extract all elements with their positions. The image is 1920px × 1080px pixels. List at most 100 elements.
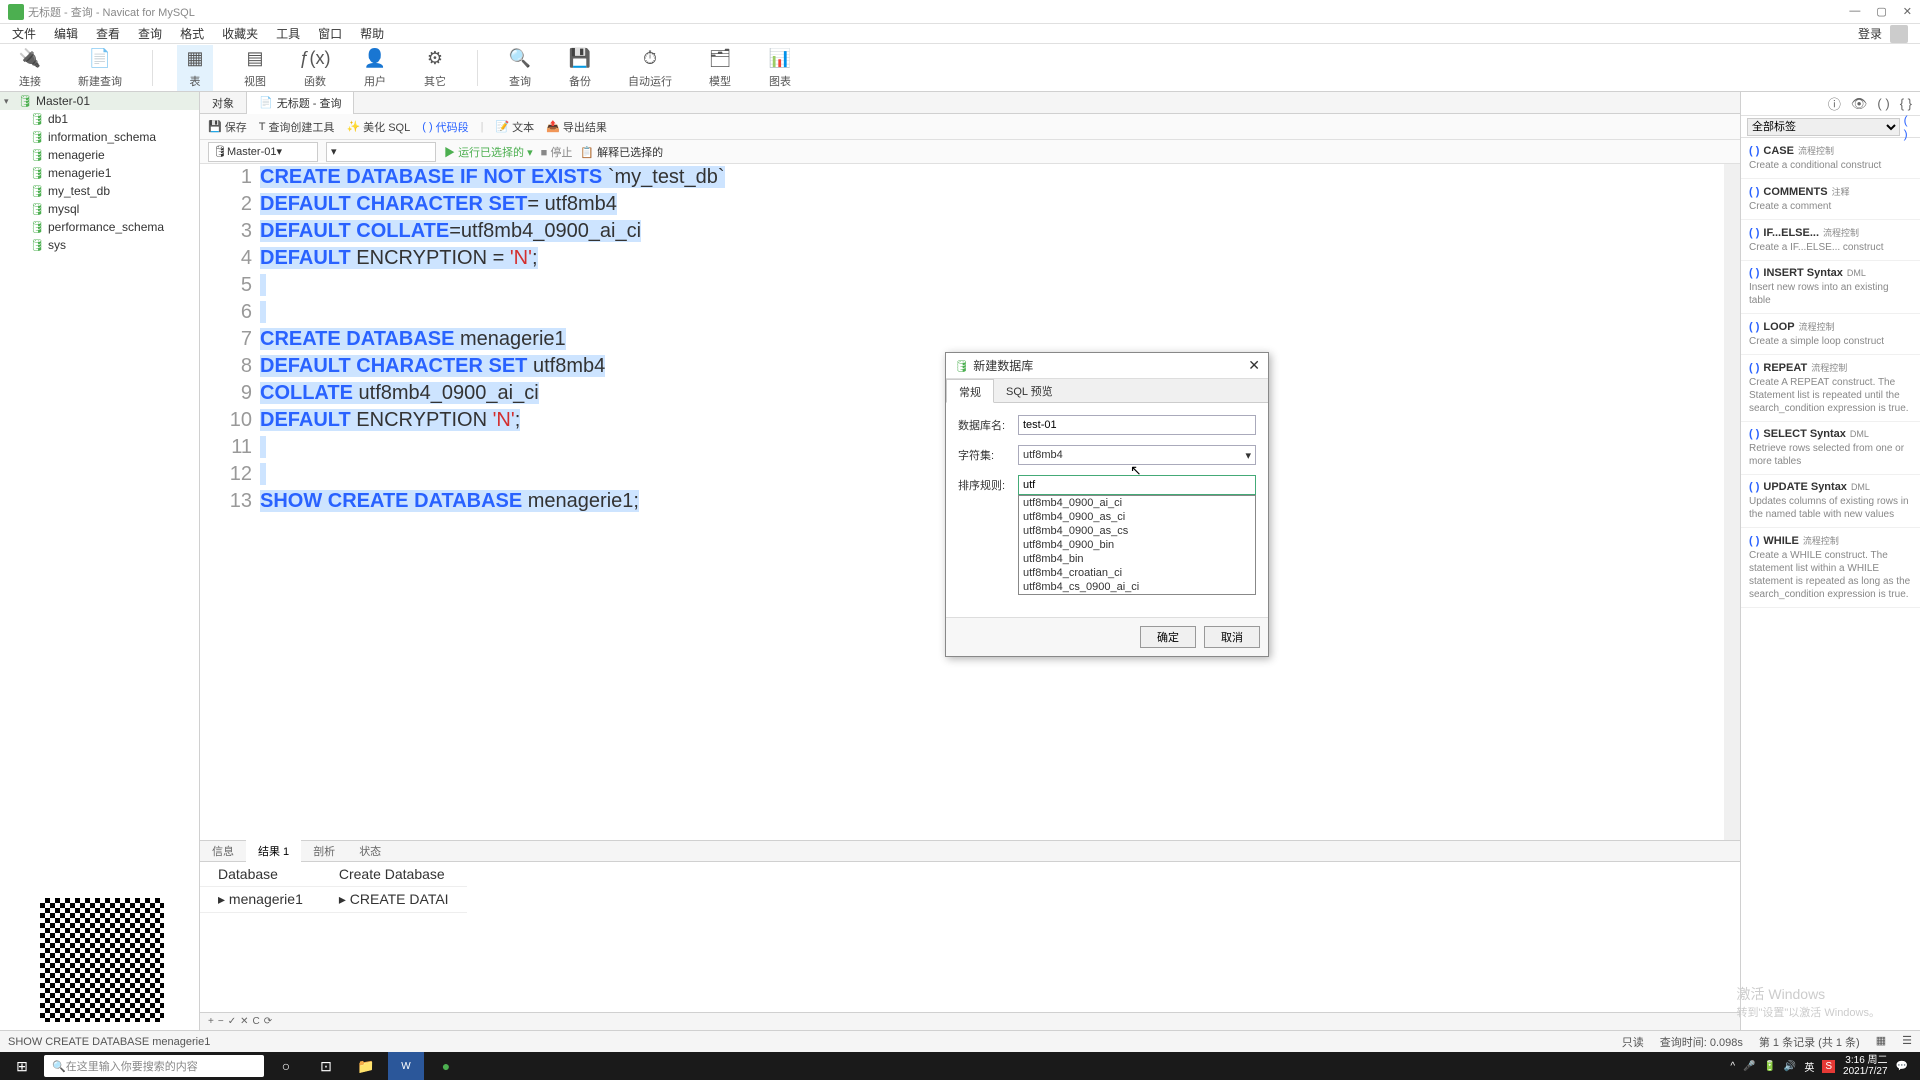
tray-sogou-icon[interactable]: S: [1822, 1060, 1835, 1073]
toolbar-其它[interactable]: ⚙其它: [417, 45, 453, 91]
brackets-icon[interactable]: { }: [1900, 96, 1912, 111]
menu-tools[interactable]: 工具: [276, 25, 300, 42]
menu-help[interactable]: 帮助: [360, 25, 384, 42]
dialog-tab-sql[interactable]: SQL 预览: [994, 379, 1065, 402]
tree-root[interactable]: ▾ 🛢 Master-01: [0, 92, 199, 110]
snippet-item[interactable]: ( ) COMMENTS 注释 Create a comment: [1741, 179, 1920, 220]
codesnippet-button[interactable]: ( ) 代码段: [422, 119, 468, 135]
tree-db-sys[interactable]: 🛢sys: [0, 236, 199, 254]
tree-db-performance_schema[interactable]: 🛢performance_schema: [0, 218, 199, 236]
login-link[interactable]: 登录: [1858, 25, 1882, 42]
tree-db-information_schema[interactable]: 🛢information_schema: [0, 128, 199, 146]
tray-battery-icon[interactable]: 🔋: [1763, 1061, 1775, 1072]
snippet-item[interactable]: ( ) UPDATE Syntax DML Updates columns of…: [1741, 475, 1920, 528]
menu-edit[interactable]: 编辑: [54, 25, 78, 42]
menu-file[interactable]: 文件: [12, 25, 36, 42]
snippet-item[interactable]: ( ) LOOP 流程控制 Create a simple loop const…: [1741, 314, 1920, 355]
result-grid[interactable]: DatabaseCreate Database ▸ menagerie1▸ CR…: [200, 862, 1740, 1012]
tree-db-menagerie1[interactable]: 🛢menagerie1: [0, 164, 199, 182]
tray-lang[interactable]: 英: [1804, 1059, 1814, 1074]
collation-option[interactable]: utf8mb4_0900_as_cs: [1019, 524, 1255, 538]
result-tab-3[interactable]: 状态: [347, 840, 393, 862]
snippet-item[interactable]: ( ) IF...ELSE... 流程控制 Create a IF...ELSE…: [1741, 220, 1920, 261]
info-icon[interactable]: ⓘ: [1828, 94, 1841, 113]
collation-option[interactable]: utf8mb4_0900_bin: [1019, 538, 1255, 552]
tray-up-icon[interactable]: ^: [1730, 1061, 1735, 1072]
col-header[interactable]: Database: [200, 862, 321, 887]
close-icon[interactable]: ✕: [1903, 5, 1912, 18]
save-button[interactable]: 💾 保存: [208, 119, 247, 135]
result-tab-2[interactable]: 剖析: [301, 840, 347, 862]
snippet-item[interactable]: ( ) SELECT Syntax DML Retrieve rows sele…: [1741, 422, 1920, 475]
nav-cancel[interactable]: ✕: [240, 1016, 248, 1027]
avatar[interactable]: [1890, 25, 1908, 43]
grid-icon[interactable]: ▦: [1876, 1034, 1886, 1050]
menu-format[interactable]: 格式: [180, 25, 204, 42]
menu-window[interactable]: 窗口: [318, 25, 342, 42]
ok-button[interactable]: 确定: [1140, 626, 1196, 648]
tree-db-db1[interactable]: 🛢db1: [0, 110, 199, 128]
toolbar-查询[interactable]: 🔍查询: [502, 45, 538, 91]
cortana-icon[interactable]: ○: [268, 1052, 304, 1080]
toolbar-视图[interactable]: ▤视图: [237, 45, 273, 91]
dbname-input[interactable]: [1018, 415, 1256, 435]
toolbar-函数[interactable]: ƒ(x)函数: [297, 45, 333, 91]
menu-view[interactable]: 查看: [96, 25, 120, 42]
query-builder-button[interactable]: T 查询创建工具: [259, 119, 335, 135]
tray-volume-icon[interactable]: 🔊: [1784, 1061, 1796, 1072]
database-select[interactable]: ▾: [326, 142, 436, 162]
start-button[interactable]: ⊞: [4, 1052, 40, 1080]
explorer-icon[interactable]: 📁: [348, 1052, 384, 1080]
taskbar-search[interactable]: 🔍 在这里输入你要搜索的内容: [44, 1055, 264, 1077]
snippet-item[interactable]: ( ) WHILE 流程控制 Create a WHILE construct.…: [1741, 528, 1920, 608]
snippet-item[interactable]: ( ) CASE 流程控制 Create a conditional const…: [1741, 138, 1920, 179]
toolbar-模型[interactable]: 🗂模型: [702, 45, 738, 91]
tree-db-my_test_db[interactable]: 🛢my_test_db: [0, 182, 199, 200]
collation-option[interactable]: utf8mb4_0900_ai_ci: [1019, 496, 1255, 510]
nav-first[interactable]: +: [208, 1016, 214, 1027]
tab-objects[interactable]: 对象: [200, 92, 247, 114]
collation-dropdown[interactable]: utf8mb4_0900_ai_ciutf8mb4_0900_as_ciutf8…: [1018, 495, 1256, 595]
export-button[interactable]: 📤 导出结果: [546, 119, 607, 135]
nav-last[interactable]: ⟳: [264, 1016, 272, 1027]
toolbar-连接[interactable]: 🔌连接: [12, 45, 48, 91]
text-button[interactable]: 📝 文本: [495, 119, 534, 135]
eye-icon[interactable]: 👁: [1851, 96, 1868, 112]
toolbar-新建查询[interactable]: 📄新建查询: [72, 45, 128, 91]
toolbar-自动运行[interactable]: ⏱自动运行: [622, 45, 678, 91]
collation-option[interactable]: utf8mb4_cs_0900_ai_ci: [1019, 580, 1255, 594]
tray-notify-icon[interactable]: 💬: [1896, 1061, 1908, 1072]
menu-query[interactable]: 查询: [138, 25, 162, 42]
refresh-icon[interactable]: ( ): [1904, 113, 1914, 141]
collation-option[interactable]: utf8mb4_bin: [1019, 552, 1255, 566]
connection-select[interactable]: 🛢 Master-01 ▾: [208, 142, 318, 162]
run-button[interactable]: ▶ 运行已选择的 ▾: [444, 144, 533, 160]
stop-button[interactable]: ■ 停止: [541, 144, 573, 160]
toolbar-用户[interactable]: 👤用户: [357, 45, 393, 91]
snippet-filter[interactable]: 全部标签: [1747, 118, 1900, 136]
dialog-close-button[interactable]: ✕: [1248, 357, 1260, 374]
toolbar-图表[interactable]: 📊图表: [762, 45, 798, 91]
taskview-icon[interactable]: ⊡: [308, 1052, 344, 1080]
list-icon[interactable]: ☰: [1902, 1034, 1912, 1050]
snippet-item[interactable]: ( ) REPEAT 流程控制 Create A REPEAT construc…: [1741, 355, 1920, 422]
editor-scrollbar[interactable]: [1724, 164, 1740, 840]
code-icon[interactable]: ( ): [1877, 96, 1889, 111]
col-header[interactable]: Create Database: [321, 862, 467, 887]
beautify-button[interactable]: ✨ 美化 SQL: [346, 119, 410, 135]
table-row[interactable]: ▸ menagerie1▸ CREATE DATAI: [200, 887, 467, 913]
tray-mic-icon[interactable]: 🎤: [1743, 1061, 1755, 1072]
tab-query[interactable]: 📄 无标题 - 查询: [247, 92, 354, 114]
menu-favorites[interactable]: 收藏夹: [222, 25, 258, 42]
collation-option[interactable]: utf8mb4_croatian_ci: [1019, 566, 1255, 580]
tree-db-mysql[interactable]: 🛢mysql: [0, 200, 199, 218]
collation-input[interactable]: [1018, 475, 1256, 495]
result-tab-1[interactable]: 结果 1: [246, 840, 301, 862]
explain-button[interactable]: 📋 解释已选择的: [580, 144, 663, 160]
minimize-icon[interactable]: —: [1849, 5, 1860, 18]
snippet-item[interactable]: ( ) INSERT Syntax DML Insert new rows in…: [1741, 261, 1920, 314]
taskbar-clock[interactable]: 3:16 周二2021/7/27: [1843, 1055, 1888, 1077]
maximize-icon[interactable]: ▢: [1876, 5, 1886, 18]
dialog-tab-general[interactable]: 常规: [946, 379, 994, 403]
cancel-button[interactable]: 取消: [1204, 626, 1260, 648]
